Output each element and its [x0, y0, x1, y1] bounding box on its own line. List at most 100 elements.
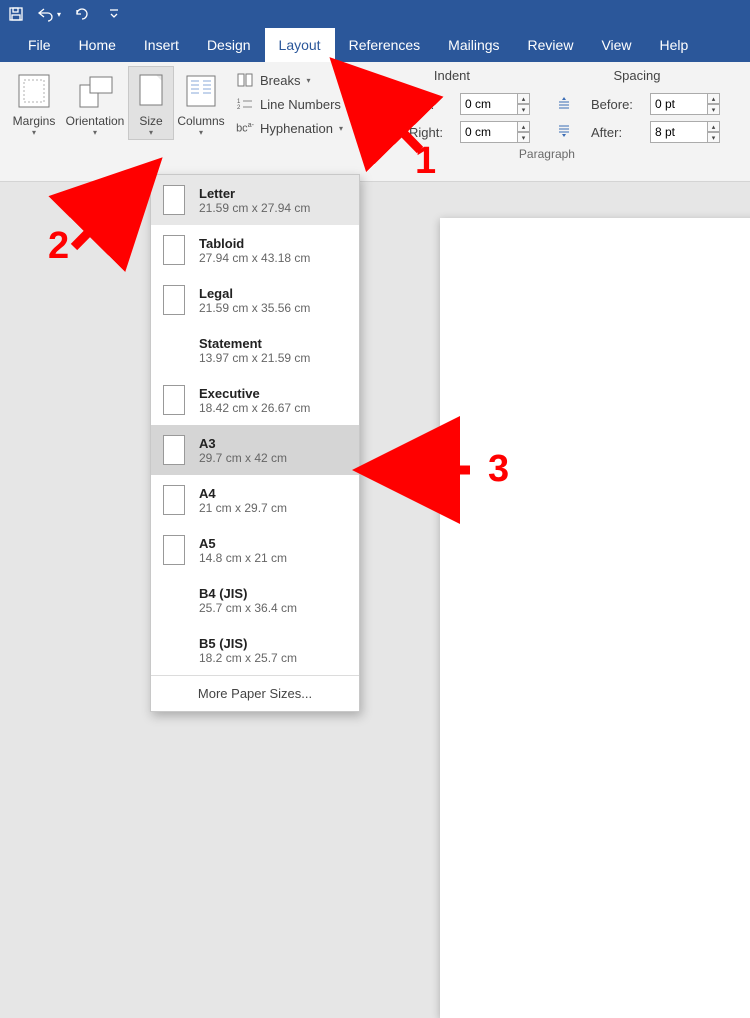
orientation-icon: [75, 71, 115, 111]
document-area: [0, 182, 750, 800]
orientation-label: Orientation: [66, 115, 125, 128]
size-option-name: Executive: [199, 386, 310, 401]
size-icon: [131, 71, 171, 111]
undo-icon[interactable]: ▾: [36, 6, 61, 22]
spinner-down-icon[interactable]: ▾: [708, 104, 720, 115]
size-option-dim: 13.97 cm x 21.59 cm: [199, 351, 310, 365]
hyphenation-label: Hyphenation: [260, 121, 333, 136]
size-option-dim: 27.94 cm x 43.18 cm: [199, 251, 310, 265]
spinner-up-icon[interactable]: ▴: [708, 93, 720, 104]
size-option-name: Statement: [199, 336, 310, 351]
chevron-down-icon[interactable]: ▾: [57, 10, 61, 19]
paragraph-group-label: Paragraph: [368, 143, 726, 167]
more-paper-sizes[interactable]: More Paper Sizes...: [151, 675, 359, 711]
size-option-dim: 18.42 cm x 26.67 cm: [199, 401, 310, 415]
tab-insert[interactable]: Insert: [130, 28, 193, 62]
indent-right-input[interactable]: ▴▾: [460, 121, 530, 143]
size-option-letter[interactable]: Letter21.59 cm x 27.94 cm: [151, 175, 359, 225]
margins-button[interactable]: Margins ▾: [6, 66, 62, 140]
tab-design[interactable]: Design: [193, 28, 265, 62]
chevron-down-icon: ▾: [32, 128, 36, 137]
tab-file[interactable]: File: [14, 28, 65, 62]
chevron-down-icon: ▾: [149, 128, 153, 137]
size-dropdown: Letter21.59 cm x 27.94 cmTabloid27.94 cm…: [150, 174, 360, 712]
size-option-name: Letter: [199, 186, 310, 201]
group-paragraph: Indent Spacing Left: ▴▾ Before: ▴▾ Right…: [368, 66, 726, 167]
chevron-down-icon: ▾: [199, 128, 203, 137]
page-icon: [163, 535, 185, 565]
tab-layout[interactable]: Layout: [265, 28, 335, 62]
page-icon: [163, 485, 185, 515]
size-option-a5[interactable]: A514.8 cm x 21 cm: [151, 525, 359, 575]
page-icon: [163, 185, 185, 215]
ribbon-tabs: File Home Insert Design Layout Reference…: [0, 28, 750, 62]
columns-button[interactable]: Columns ▾: [174, 66, 228, 140]
chevron-down-icon: ▾: [306, 76, 310, 85]
indent-heading: Indent: [372, 68, 532, 87]
size-option-name: Legal: [199, 286, 310, 301]
spacing-before-input[interactable]: ▴▾: [650, 93, 720, 115]
page-icon: [163, 385, 185, 415]
svg-text:2: 2: [237, 105, 241, 111]
size-option-statement[interactable]: Statement13.97 cm x 21.59 cm: [151, 325, 359, 375]
size-option-executive[interactable]: Executive18.42 cm x 26.67 cm: [151, 375, 359, 425]
size-option-dim: 18.2 cm x 25.7 cm: [199, 651, 297, 665]
size-option-legal[interactable]: Legal21.59 cm x 35.56 cm: [151, 275, 359, 325]
page-icon: [163, 285, 185, 315]
breaks-label: Breaks: [260, 73, 300, 88]
tab-mailings[interactable]: Mailings: [434, 28, 513, 62]
size-option-b5-jis-[interactable]: B5 (JIS)18.2 cm x 25.7 cm: [151, 625, 359, 675]
tab-review[interactable]: Review: [514, 28, 588, 62]
size-option-a4[interactable]: A421 cm x 29.7 cm: [151, 475, 359, 525]
tab-help[interactable]: Help: [646, 28, 703, 62]
indent-left-input[interactable]: ▴▾: [460, 93, 530, 115]
spacing-after-icon: [556, 124, 574, 140]
margins-label: Margins: [13, 115, 56, 128]
spacing-after-input[interactable]: ▴▾: [650, 121, 720, 143]
size-option-b4-jis-[interactable]: B4 (JIS)25.7 cm x 36.4 cm: [151, 575, 359, 625]
size-option-tabloid[interactable]: Tabloid27.94 cm x 43.18 cm: [151, 225, 359, 275]
spinner-down-icon[interactable]: ▾: [518, 132, 530, 143]
size-option-name: A4: [199, 486, 287, 501]
group-page-setup: Margins ▾ Orientation ▾ Size ▾: [6, 66, 359, 140]
tab-view[interactable]: View: [587, 28, 645, 62]
spacing-before-label: Before:: [591, 97, 644, 112]
chevron-down-icon: ▾: [347, 100, 351, 109]
page-icon: [163, 435, 185, 465]
size-option-dim: 25.7 cm x 36.4 cm: [199, 601, 297, 615]
breaks-button[interactable]: Breaks ▾: [232, 70, 355, 90]
document-page[interactable]: [440, 218, 750, 1018]
save-icon[interactable]: [8, 6, 24, 22]
line-numbers-label: Line Numbers: [260, 97, 341, 112]
spinner-down-icon[interactable]: ▾: [518, 104, 530, 115]
indent-left-label: Left:: [409, 97, 454, 112]
spinner-up-icon[interactable]: ▴: [518, 93, 530, 104]
indent-left-icon: [374, 96, 392, 112]
breaks-icon: [236, 72, 254, 88]
customize-qat-icon[interactable]: [109, 8, 119, 20]
redo-icon[interactable]: [73, 6, 89, 22]
size-option-dim: 21 cm x 29.7 cm: [199, 501, 287, 515]
line-numbers-icon: 12: [236, 96, 254, 112]
size-option-name: Tabloid: [199, 236, 310, 251]
spinner-down-icon[interactable]: ▾: [708, 132, 720, 143]
spacing-heading: Spacing: [552, 68, 722, 87]
orientation-button[interactable]: Orientation ▾: [62, 66, 128, 140]
hyphenation-icon: bca-: [236, 120, 254, 136]
chevron-down-icon: ▾: [93, 128, 97, 137]
size-button[interactable]: Size ▾: [128, 66, 174, 140]
columns-label: Columns: [177, 115, 224, 128]
columns-icon: [181, 71, 221, 111]
size-option-name: A3: [199, 436, 287, 451]
ribbon: Margins ▾ Orientation ▾ Size ▾: [0, 62, 750, 182]
tab-home[interactable]: Home: [65, 28, 130, 62]
spinner-up-icon[interactable]: ▴: [518, 121, 530, 132]
line-numbers-button[interactable]: 12 Line Numbers ▾: [232, 94, 355, 114]
spinner-up-icon[interactable]: ▴: [708, 121, 720, 132]
page-icon: [163, 235, 185, 265]
tab-references[interactable]: References: [335, 28, 435, 62]
margins-icon: [14, 71, 54, 111]
size-option-name: A5: [199, 536, 287, 551]
size-option-a3[interactable]: A329.7 cm x 42 cm: [151, 425, 359, 475]
hyphenation-button[interactable]: bca- Hyphenation ▾: [232, 118, 355, 138]
